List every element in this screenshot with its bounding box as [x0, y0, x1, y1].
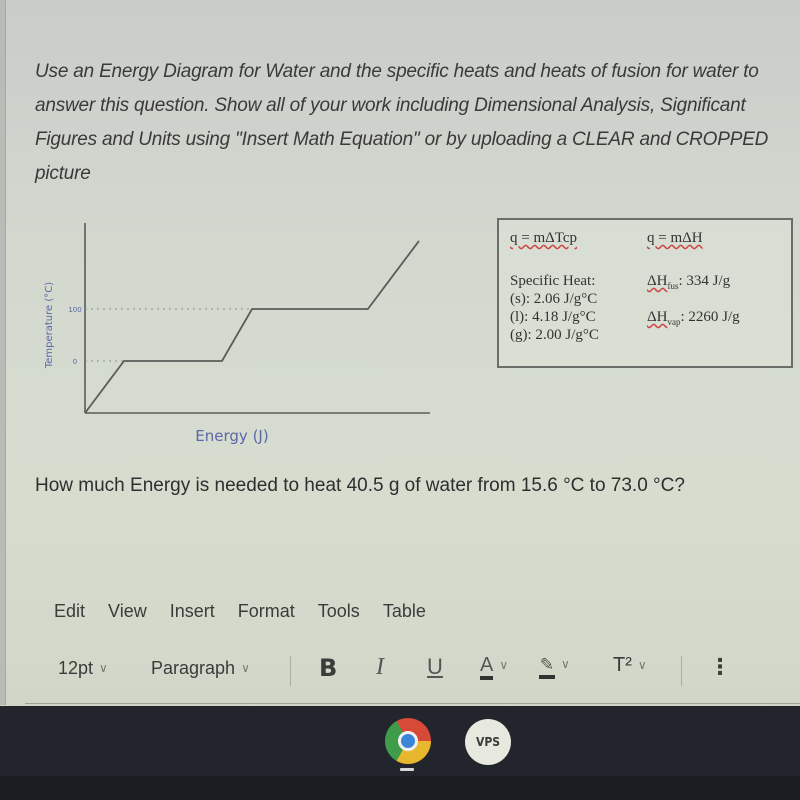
editor-menubar: Edit View Insert Format Tools Table	[54, 601, 449, 622]
y-tick-label: 0	[73, 358, 77, 366]
chevron-down-icon: ∨	[499, 658, 509, 672]
heating-curve-line	[84, 240, 420, 414]
menu-format[interactable]: Format	[238, 601, 295, 622]
more-options-button[interactable]: ⋮	[709, 654, 731, 680]
text-color-icon: A	[480, 654, 494, 680]
vps-icon-label: VPS	[475, 735, 501, 749]
superscript-button[interactable]: T² ∨	[613, 654, 647, 677]
chrome-icon-center	[398, 731, 418, 751]
chevron-down-icon: ∨	[99, 661, 108, 675]
app-running-indicator	[400, 768, 414, 771]
specific-heat-gas: (g): 2.00 J/g°C	[510, 327, 599, 343]
formula-text: q = mΔH	[647, 230, 703, 246]
italic-button[interactable]: I	[376, 654, 384, 681]
menu-tools[interactable]: Tools	[318, 601, 360, 622]
formula-reference-box: q = mΔTcp q = mΔH Specific Heat: (s): 2.…	[497, 218, 793, 368]
font-size-value: 12pt	[58, 658, 94, 678]
font-size-select[interactable]: 12pt ∨	[58, 658, 108, 679]
question-text: How much Energy is needed to heat 40.5 g…	[35, 475, 685, 496]
menu-view[interactable]: View	[108, 601, 147, 622]
vps-icon[interactable]: VPS	[465, 719, 511, 765]
heating-curve-diagram: 0 100 Temperature (°C) Energy (J)	[40, 215, 460, 450]
superscript-icon: T²	[613, 654, 632, 676]
toolbar-divider	[681, 656, 682, 686]
editor-toolbar: 12pt ∨ Paragraph ∨ B I U A ∨ ✎ ∨ T² ∨ ⋮	[58, 652, 778, 692]
os-shelf-lower	[0, 776, 800, 800]
highlighter-icon: ✎	[539, 655, 555, 679]
toolbar-divider	[290, 656, 291, 686]
chrome-icon[interactable]	[385, 718, 431, 764]
y-tick-label: 100	[68, 306, 81, 314]
block-format-select[interactable]: Paragraph ∨	[151, 658, 250, 679]
heating-curve-svg: 0 100 Temperature (°C) Energy (J)	[44, 223, 430, 445]
formula-latent-heat: q = mΔH	[647, 230, 703, 247]
highlight-color-button[interactable]: ✎ ∨	[539, 654, 570, 679]
y-axis-label: Temperature (°C)	[44, 282, 55, 369]
text-color-button[interactable]: A ∨	[480, 654, 509, 680]
formula-specific-heat: q = mΔTcp	[510, 230, 577, 247]
formula-text: q = mΔTcp	[510, 230, 578, 246]
chevron-down-icon: ∨	[561, 657, 570, 671]
question-instructions: Use an Energy Diagram for Water and the …	[35, 61, 769, 184]
editor-bottom-border	[25, 703, 800, 704]
page-left-border	[0, 0, 6, 705]
specific-heat-solid: (s): 2.06 J/g°C	[510, 291, 598, 307]
bold-button[interactable]: B	[319, 654, 337, 682]
menu-insert[interactable]: Insert	[170, 601, 215, 622]
specific-heat-label: Specific Heat:	[510, 273, 596, 289]
block-format-value: Paragraph	[151, 658, 236, 678]
x-axis-label: Energy (J)	[195, 427, 268, 445]
menu-table[interactable]: Table	[383, 601, 426, 622]
chevron-down-icon: ∨	[637, 658, 647, 672]
heat-of-vaporization: ΔHvap: 2260 J/g	[647, 309, 740, 327]
specific-heat-liquid: (l): 4.18 J/g°C	[510, 309, 596, 325]
chevron-down-icon: ∨	[241, 661, 250, 675]
menu-edit[interactable]: Edit	[54, 601, 85, 622]
underline-button[interactable]: U	[427, 654, 443, 680]
heat-of-fusion: ΔHfus: 334 J/g	[647, 273, 731, 291]
